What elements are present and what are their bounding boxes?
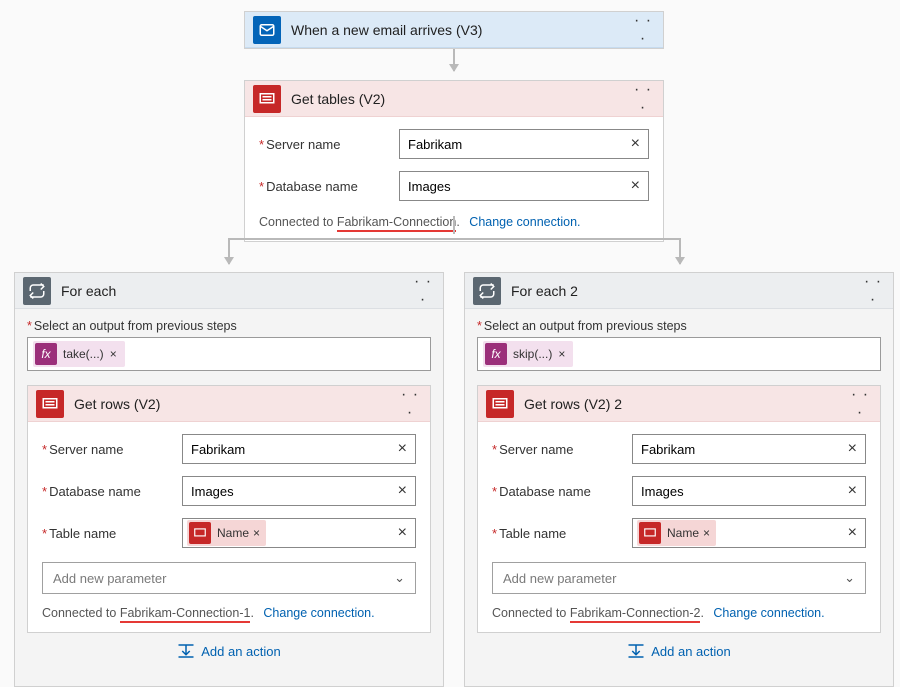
sql-icon (189, 522, 211, 544)
remove-token-icon[interactable]: × (253, 526, 260, 540)
arrow-left (228, 238, 230, 264)
clear-icon[interactable]: × (398, 440, 407, 458)
sql-icon (639, 522, 661, 544)
server-name-input[interactable]: Fabrikam× (182, 434, 416, 464)
select-output-input[interactable]: fx skip(...) × (477, 337, 881, 371)
get-rows-2-header[interactable]: Get rows (V2) 2 · · · (478, 386, 880, 422)
server-name-input[interactable]: Fabrikam× (632, 434, 866, 464)
for-each-header[interactable]: For each · · · (15, 273, 443, 309)
change-connection-link[interactable]: Change connection. (469, 215, 580, 229)
table-name-label: *Table name (42, 526, 182, 541)
select-output-label: *Select an output from previous steps (477, 319, 881, 333)
table-token[interactable]: Name × (637, 520, 716, 546)
clear-icon[interactable]: × (848, 482, 857, 500)
clear-icon[interactable]: × (631, 135, 640, 153)
connection-status: Connected to Fabrikam-Connection-2. Chan… (478, 598, 880, 632)
database-name-label: *Database name (42, 484, 182, 499)
database-name-label: *Database name (259, 179, 399, 194)
more-menu-button[interactable]: · · · (398, 386, 422, 422)
loop-icon (23, 277, 51, 305)
database-name-input[interactable]: Images× (632, 476, 866, 506)
insert-icon (177, 643, 195, 662)
server-name-label: *Server name (42, 442, 182, 457)
fx-token[interactable]: fx take(...) × (33, 341, 125, 367)
change-connection-link[interactable]: Change connection. (263, 606, 374, 620)
select-output-input[interactable]: fx take(...) × (27, 337, 431, 371)
remove-token-icon[interactable]: × (110, 347, 117, 361)
more-menu-button[interactable]: · · · (861, 273, 885, 309)
get-rows-header[interactable]: Get rows (V2) · · · (28, 386, 430, 422)
select-output-label: *Select an output from previous steps (27, 319, 431, 333)
clear-icon[interactable]: × (848, 440, 857, 458)
add-action-button[interactable]: Add an action (27, 633, 431, 674)
add-parameter-select[interactable]: Add new parameter ⌄ (492, 562, 866, 594)
get-rows-title: Get rows (V2) (74, 396, 398, 412)
more-menu-button[interactable]: · · · (631, 12, 655, 48)
for-each-title: For each (61, 283, 411, 299)
for-each-2-header[interactable]: For each 2 · · · (465, 273, 893, 309)
arrow-stem (453, 216, 455, 234)
sql-icon (253, 85, 281, 113)
arrow-1 (453, 49, 455, 71)
more-menu-button[interactable]: · · · (631, 81, 655, 117)
chevron-down-icon: ⌄ (394, 570, 405, 586)
outlook-icon (253, 16, 281, 44)
clear-icon[interactable]: × (631, 177, 640, 195)
arrow-right (679, 238, 681, 264)
server-name-label: *Server name (492, 442, 632, 457)
add-parameter-select[interactable]: Add new parameter ⌄ (42, 562, 416, 594)
sql-icon (36, 390, 64, 418)
server-name-label: *Server name (259, 137, 399, 152)
trigger-header[interactable]: When a new email arrives (V3) · · · (245, 12, 663, 48)
trigger-title: When a new email arrives (V3) (291, 22, 631, 38)
table-name-input[interactable]: Name × × (632, 518, 866, 548)
insert-icon (627, 643, 645, 662)
clear-icon[interactable]: × (398, 482, 407, 500)
table-name-input[interactable]: Name × × (182, 518, 416, 548)
fx-icon: fx (485, 343, 507, 365)
remove-token-icon[interactable]: × (703, 526, 710, 540)
table-token[interactable]: Name × (187, 520, 266, 546)
add-action-button[interactable]: Add an action (477, 633, 881, 674)
server-name-input[interactable]: Fabrikam× (399, 129, 649, 159)
get-rows-2-title: Get rows (V2) 2 (524, 396, 848, 412)
fx-icon: fx (35, 343, 57, 365)
change-connection-link[interactable]: Change connection. (713, 606, 824, 620)
more-menu-button[interactable]: · · · (848, 386, 872, 422)
database-name-label: *Database name (492, 484, 632, 499)
loop-icon (473, 277, 501, 305)
database-name-input[interactable]: Images× (399, 171, 649, 201)
get-tables-header[interactable]: Get tables (V2) · · · (245, 81, 663, 117)
fx-token[interactable]: fx skip(...) × (483, 341, 573, 367)
clear-icon[interactable]: × (848, 524, 857, 542)
sql-icon (486, 390, 514, 418)
remove-token-icon[interactable]: × (558, 347, 565, 361)
table-name-label: *Table name (492, 526, 632, 541)
arrow-hline (228, 238, 680, 240)
connection-status: Connected to Fabrikam-Connection-1. Chan… (28, 598, 430, 632)
for-each-2-title: For each 2 (511, 283, 861, 299)
get-tables-title: Get tables (V2) (291, 91, 631, 107)
database-name-input[interactable]: Images× (182, 476, 416, 506)
chevron-down-icon: ⌄ (844, 570, 855, 586)
more-menu-button[interactable]: · · · (411, 273, 435, 309)
clear-icon[interactable]: × (398, 524, 407, 542)
